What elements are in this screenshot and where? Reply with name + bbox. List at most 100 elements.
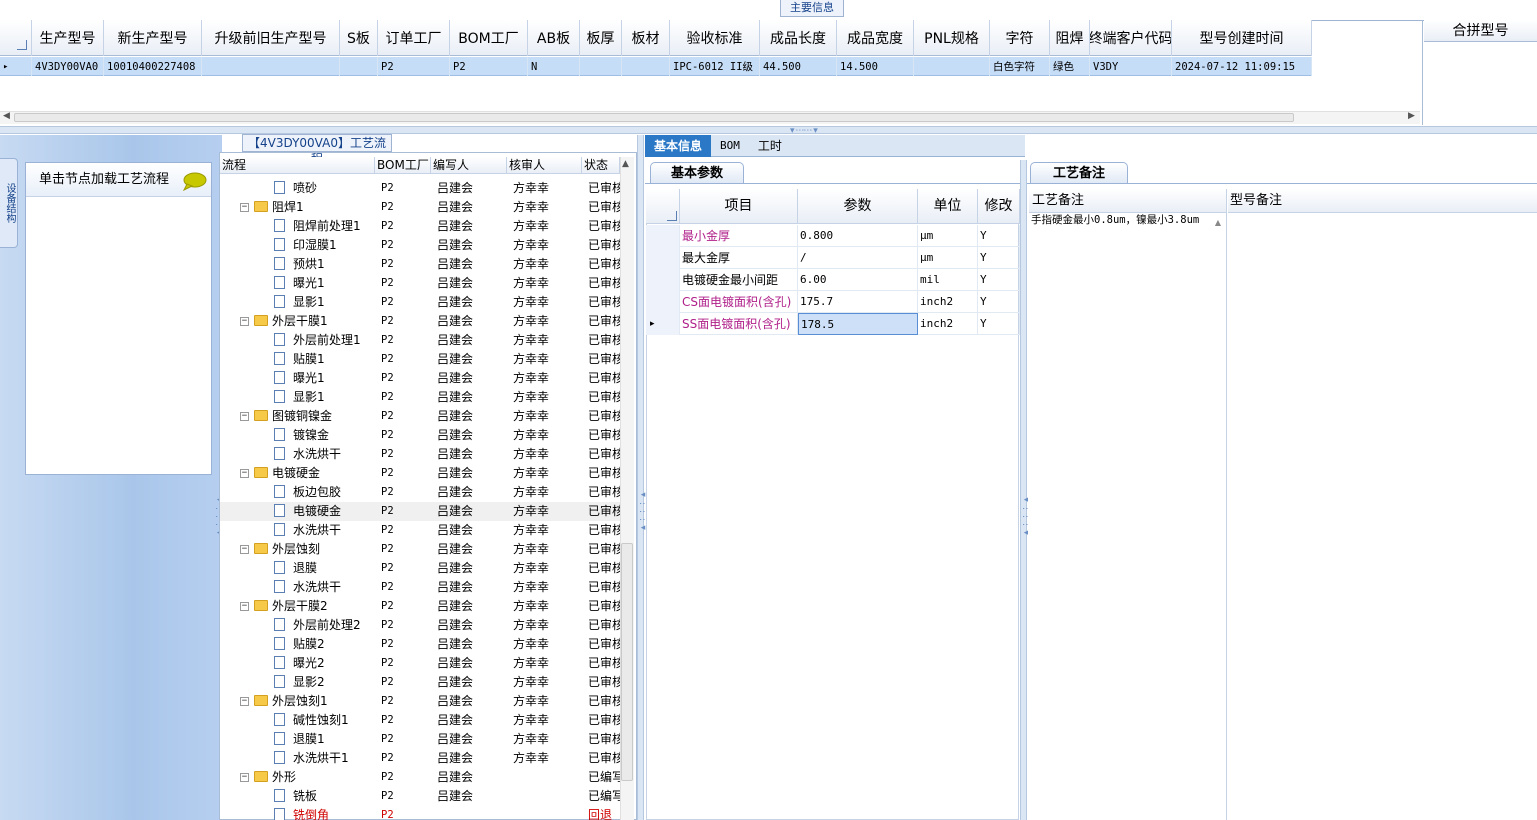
main-data-cell[interactable]: 绿色	[1050, 57, 1090, 76]
main-column-header[interactable]: 订单工厂	[378, 20, 450, 56]
process-node[interactable]: − 阻焊1	[220, 198, 375, 217]
main-data-cell[interactable]	[914, 57, 990, 76]
process-node[interactable]: 板边包胶	[220, 483, 375, 502]
main-data-cell[interactable]: V3DY	[1090, 57, 1172, 76]
process-remarks-text[interactable]: 手指硬金最小0.8um，镍最小3.8um	[1031, 215, 1211, 226]
process-tree-row[interactable]: − 外形 P2 吕建会 已编写	[220, 768, 620, 787]
main-column-header[interactable]: 板厚	[580, 20, 622, 56]
param-value-cell[interactable]: 175.7	[798, 291, 918, 313]
collapse-node-icon[interactable]: −	[240, 469, 249, 478]
main-column-header[interactable]: 阻焊	[1050, 20, 1090, 56]
param-row-selector[interactable]	[646, 225, 680, 247]
process-tree-row[interactable]: 预烘1 P2 吕建会 方幸幸 已审核	[220, 255, 620, 274]
process-node[interactable]: 铣板	[220, 787, 375, 806]
process-node[interactable]: 显影2	[220, 673, 375, 692]
param-value-cell[interactable]: 6.00	[798, 269, 918, 291]
process-tree-row[interactable]: 水洗烘干 P2 吕建会 方幸幸 已审核	[220, 578, 620, 597]
main-column-header[interactable]: 验收标准	[670, 20, 760, 56]
process-node[interactable]: − 外层蚀刻	[220, 540, 375, 559]
process-tree-row[interactable]: 阻焊前处理1 P2 吕建会 方幸幸 已审核	[220, 217, 620, 236]
param-modify-cell[interactable]: Y	[978, 247, 1020, 269]
process-node[interactable]: 水洗烘干	[220, 521, 375, 540]
param-row[interactable]: 最小金厚 0.800 μm Y	[646, 225, 1020, 247]
main-column-header[interactable]: 成品长度	[760, 20, 837, 56]
process-node[interactable]: − 电镀硬金	[220, 464, 375, 483]
main-column-header[interactable]: 终端客户代码	[1090, 20, 1172, 56]
right-vertical-splitter[interactable]	[1020, 160, 1027, 820]
params-column-header[interactable]: 单位	[918, 189, 978, 224]
main-column-header[interactable]: 字符	[990, 20, 1050, 56]
process-tree-row[interactable]: 显影1 P2 吕建会 方幸幸 已审核	[220, 388, 620, 407]
remarks-scroll-up-icon[interactable]: ▲	[1213, 218, 1223, 228]
param-row-selector[interactable]: ▸	[646, 313, 680, 335]
process-tree-row[interactable]: 贴膜2 P2 吕建会 方幸幸 已审核	[220, 635, 620, 654]
main-data-cell[interactable]: N	[528, 57, 580, 76]
param-value-cell[interactable]: /	[798, 247, 918, 269]
params-column-header[interactable]: 项目	[680, 189, 798, 224]
param-modify-cell[interactable]: Y	[978, 225, 1020, 247]
process-tree-row[interactable]: − 外层干膜2 P2 吕建会 方幸幸 已审核	[220, 597, 620, 616]
main-column-header[interactable]: BOM工厂	[450, 20, 528, 56]
main-column-header[interactable]: 板材	[622, 20, 670, 56]
row-selector-cell[interactable]: ▸	[0, 57, 32, 76]
param-row[interactable]: ▸ SS面电镀面积(含孔) 178.5 inch2 Y	[646, 313, 1020, 335]
process-tree-row[interactable]: 显影2 P2 吕建会 方幸幸 已审核	[220, 673, 620, 692]
process-tree-row[interactable]: 碱性蚀刻1 P2 吕建会 方幸幸 已审核	[220, 711, 620, 730]
collapse-node-icon[interactable]: −	[240, 697, 249, 706]
process-node[interactable]: 碱性蚀刻1	[220, 711, 375, 730]
process-remarks-tab[interactable]: 工艺备注	[1030, 162, 1128, 184]
process-tree-row[interactable]: − 图镀铜镍金 P2 吕建会 方幸幸 已审核	[220, 407, 620, 426]
process-node[interactable]: 外层前处理1	[220, 331, 375, 350]
equipment-structure-tab[interactable]: 设备结构	[0, 158, 18, 248]
process-node[interactable]: − 外形	[220, 768, 375, 787]
process-column-header[interactable]: 编写人	[431, 157, 507, 174]
process-node[interactable]: 水洗烘干1	[220, 749, 375, 768]
process-node[interactable]: − 外层干膜1	[220, 312, 375, 331]
process-tree-row[interactable]: 水洗烘干 P2 吕建会 方幸幸 已审核	[220, 521, 620, 540]
scroll-right-icon[interactable]: ▶	[1408, 111, 1415, 121]
process-tree-row[interactable]: 退膜1 P2 吕建会 方幸幸 已审核	[220, 730, 620, 749]
process-column-header[interactable]: 流程	[220, 157, 375, 174]
main-data-cell[interactable]	[340, 57, 378, 76]
main-data-cell[interactable]: IPC-6012 II级	[670, 57, 760, 76]
process-column-header[interactable]: BOM工厂	[375, 157, 431, 174]
process-tree-row[interactable]: 曝光2 P2 吕建会 方幸幸 已审核	[220, 654, 620, 673]
process-node[interactable]: 贴膜1	[220, 350, 375, 369]
process-tree-row[interactable]: 水洗烘干 P2 吕建会 方幸幸 已审核	[220, 445, 620, 464]
collapse-node-icon[interactable]: −	[240, 317, 249, 326]
process-node[interactable]: − 外层蚀刻1	[220, 692, 375, 711]
process-tree-row[interactable]: 电镀硬金 P2 吕建会 方幸幸 已审核	[220, 502, 620, 521]
main-column-header[interactable]: 成品宽度	[837, 20, 914, 56]
process-tree-row[interactable]: 喷砂 P2 吕建会 方幸幸 已审核	[220, 179, 620, 198]
collapse-node-icon[interactable]: −	[240, 602, 249, 611]
process-tree-row[interactable]: 板边包胶 P2 吕建会 方幸幸 已审核	[220, 483, 620, 502]
tab-2[interactable]: 工时	[749, 135, 791, 157]
process-tree-row[interactable]: − 外层干膜1 P2 吕建会 方幸幸 已审核	[220, 312, 620, 331]
main-column-header[interactable]: 升级前旧生产型号	[202, 20, 340, 56]
process-tree-row[interactable]: − 外层蚀刻1 P2 吕建会 方幸幸 已审核	[220, 692, 620, 711]
param-modify-cell[interactable]: Y	[978, 291, 1020, 313]
horizontal-splitter[interactable]	[0, 126, 1537, 134]
process-tree-row[interactable]: 铣倒角 P2 回退	[220, 806, 620, 820]
process-node[interactable]: 喷砂	[220, 179, 375, 198]
main-data-cell[interactable]: P2	[450, 57, 528, 76]
main-column-header[interactable]: 型号创建时间	[1172, 20, 1312, 56]
param-row-selector[interactable]	[646, 247, 680, 269]
process-tree-row[interactable]: 铣板 P2 吕建会 已编写	[220, 787, 620, 806]
basic-params-tab[interactable]: 基本参数	[650, 162, 744, 184]
scroll-left-icon[interactable]: ◀	[3, 111, 10, 121]
main-data-cell[interactable]: 白色字符	[990, 57, 1050, 76]
main-data-cell[interactable]: 10010400227408	[104, 57, 202, 76]
process-tree-row[interactable]: 印湿膜1 P2 吕建会 方幸幸 已审核	[220, 236, 620, 255]
process-node[interactable]: 贴膜2	[220, 635, 375, 654]
process-tree-row[interactable]: 镀镍金 P2 吕建会 方幸幸 已审核	[220, 426, 620, 445]
process-node[interactable]: 曝光1	[220, 274, 375, 293]
process-node[interactable]: 曝光2	[220, 654, 375, 673]
param-row-selector[interactable]	[646, 269, 680, 291]
vertical-splitter[interactable]	[637, 135, 644, 820]
param-row[interactable]: 电镀硬金最小间距 6.00 mil Y	[646, 269, 1020, 291]
tab-0[interactable]: 基本信息	[645, 135, 712, 157]
main-data-cell[interactable]: P2	[378, 57, 450, 76]
process-tree-row[interactable]: 外层前处理2 P2 吕建会 方幸幸 已审核	[220, 616, 620, 635]
main-column-header[interactable]: AB板	[528, 20, 580, 56]
